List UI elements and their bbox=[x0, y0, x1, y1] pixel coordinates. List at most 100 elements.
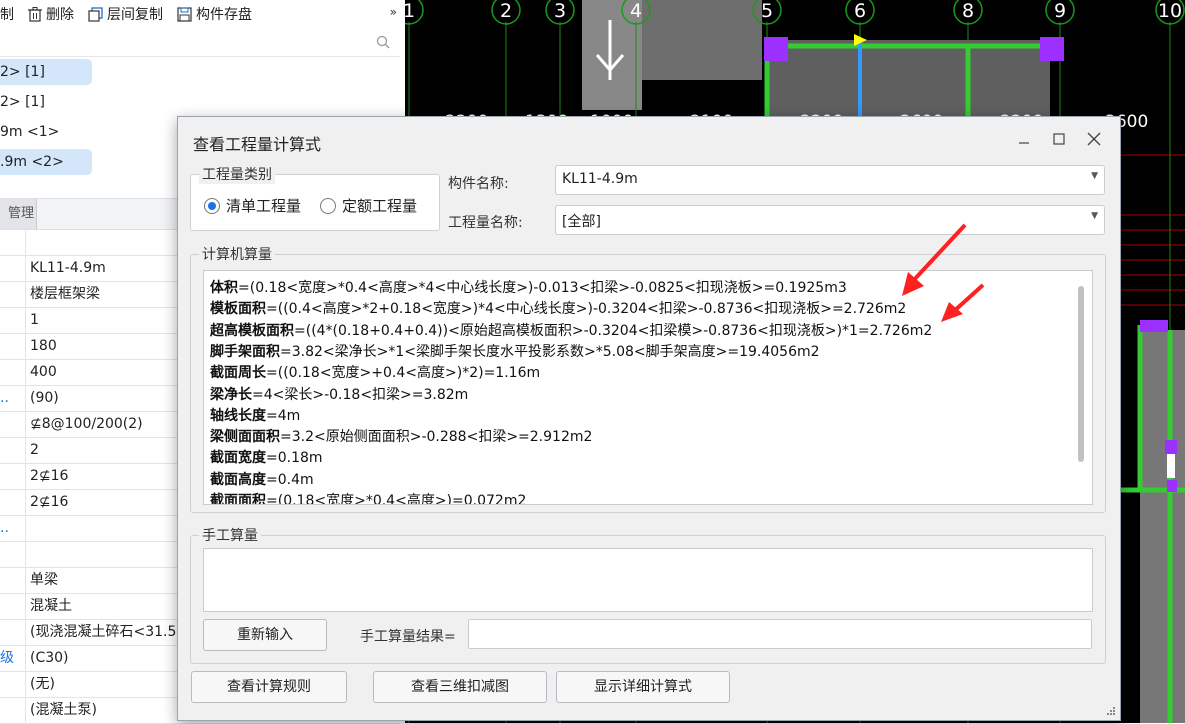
save-component-button[interactable]: 构件存盘 bbox=[177, 4, 252, 24]
component-name-value: KL11-4.9m bbox=[562, 171, 638, 187]
show-detail-formula-button[interactable]: 显示详细计算式 bbox=[556, 671, 730, 703]
calc-line-name: 梁净长 bbox=[210, 386, 252, 403]
axis-number-label: 10 bbox=[1158, 0, 1182, 22]
property-key: .. bbox=[0, 385, 26, 411]
close-icon bbox=[1087, 132, 1101, 146]
calc-line-formula: =(0.18<宽度>*0.4<高度>)=0.072m2 bbox=[266, 493, 527, 505]
radio-quota-quantity[interactable]: 定额工程量 bbox=[320, 195, 417, 216]
axis-number-label: 9 bbox=[1054, 0, 1066, 22]
calc-line-formula: =3.82<梁净长>*1<梁脚手架长度水平投影系数>*5.08<脚手架高度>=1… bbox=[280, 343, 820, 360]
floor-item-3[interactable]: 9m <1> bbox=[0, 119, 92, 145]
property-key bbox=[0, 333, 26, 359]
copy-label: 制 bbox=[0, 7, 14, 23]
calc-line-formula: =4m bbox=[266, 407, 301, 424]
calc-line-name: 截面面积 bbox=[210, 493, 266, 505]
calc-line-formula: =4<梁长>-0.18<扣梁>=3.82m bbox=[252, 386, 469, 403]
axis-number-label: 5 bbox=[761, 0, 773, 22]
calc-line-formula: =(0.18<宽度>*0.4<高度>*4<中心线长度>)-0.013<扣梁>-0… bbox=[238, 280, 847, 296]
copy-button[interactable]: 制 bbox=[0, 4, 14, 24]
property-key bbox=[0, 307, 26, 333]
calc-line: 截面周长=((0.18<宽度>+0.4<高度>)*2)=1.16m bbox=[210, 362, 540, 382]
collapse-panel-button[interactable]: » bbox=[390, 5, 397, 19]
chevron-down-icon: ▼ bbox=[1091, 171, 1098, 181]
property-key bbox=[0, 619, 26, 645]
view-calc-rules-button[interactable]: 查看计算规则 bbox=[191, 671, 347, 703]
calc-line: 体积=(0.18<宽度>*0.4<高度>*4<中心线长度>)-0.013<扣梁>… bbox=[210, 277, 847, 297]
property-key bbox=[0, 255, 26, 281]
calc-line: 脚手架面积=3.82<梁净长>*1<梁脚手架长度水平投影系数>*5.08<脚手架… bbox=[210, 341, 820, 361]
component-name-select[interactable]: KL11-4.9m ▼ bbox=[555, 165, 1105, 195]
calc-line-formula: =((0.4<高度>*2+0.18<宽度>)*4<中心线长度>)-0.3204<… bbox=[266, 301, 907, 318]
delete-button[interactable]: 删除 bbox=[28, 4, 74, 24]
calc-line: 模板面积=((0.4<高度>*2+0.18<宽度>)*4<中心线长度>)-0.3… bbox=[210, 298, 906, 318]
search-icon[interactable] bbox=[376, 35, 390, 49]
manual-calc-input[interactable] bbox=[203, 548, 1093, 612]
calc-line-formula: =3.2<原始侧面面积>-0.288<扣梁>=2.912m2 bbox=[280, 429, 593, 446]
close-button[interactable] bbox=[1084, 129, 1104, 149]
resize-grip-icon[interactable] bbox=[1106, 706, 1116, 716]
floor-copy-button[interactable]: 层间复制 bbox=[88, 4, 163, 24]
floor-item-2[interactable]: 2> [1] bbox=[0, 89, 92, 115]
minimize-icon bbox=[1019, 142, 1029, 144]
calc-line: 截面宽度=0.18m bbox=[210, 447, 323, 467]
minimize-button[interactable] bbox=[1014, 129, 1034, 149]
floor-item-1[interactable]: 2> [1] bbox=[0, 59, 92, 85]
calc-line-name: 截面宽度 bbox=[210, 450, 266, 467]
property-key bbox=[0, 463, 26, 489]
property-key: .. bbox=[0, 515, 26, 541]
save-icon bbox=[177, 6, 192, 22]
calc-line-name: 截面高度 bbox=[210, 471, 266, 488]
property-key bbox=[0, 359, 26, 385]
search-row[interactable] bbox=[0, 30, 400, 57]
component-name-label: 构件名称: bbox=[448, 176, 509, 192]
manual-result-input[interactable] bbox=[468, 619, 1092, 649]
calc-line-name: 脚手架面积 bbox=[210, 343, 280, 360]
axis-number-label: 8 bbox=[962, 0, 974, 22]
axis-number-label: 4 bbox=[630, 0, 642, 22]
quantity-name-value: [全部] bbox=[562, 214, 601, 230]
property-key: 级 bbox=[0, 645, 26, 671]
property-key bbox=[0, 411, 26, 437]
radio-quota-dot[interactable] bbox=[320, 197, 336, 214]
quantity-name-select[interactable]: [全部] ▼ bbox=[555, 205, 1105, 235]
calc-line-formula: =((0.18<宽度>+0.4<高度>)*2)=1.16m bbox=[266, 365, 541, 382]
calc-line: 超高模板面积=((4*(0.18+0.4+0.4))<原始超高模板面积>-0.3… bbox=[210, 320, 932, 340]
view-3d-deduction-button[interactable]: 查看三维扣减图 bbox=[373, 671, 547, 703]
calc-line-name: 截面周长 bbox=[210, 365, 266, 382]
manual-result-label: 手工算量结果= bbox=[360, 629, 456, 645]
property-key bbox=[0, 541, 26, 567]
chevron-down-icon: ▼ bbox=[1091, 211, 1098, 221]
delete-label: 删除 bbox=[46, 7, 74, 23]
radio-list-dot[interactable] bbox=[204, 197, 220, 214]
floor-item-4[interactable]: .9m <2> bbox=[0, 149, 92, 175]
calc-line: 轴线长度=4m bbox=[210, 405, 300, 425]
radio-list-quantity[interactable]: 清单工程量 bbox=[204, 195, 301, 216]
annotation-arrow bbox=[941, 283, 985, 322]
maximize-button[interactable] bbox=[1049, 129, 1069, 149]
axis-number-label: 6 bbox=[854, 0, 866, 22]
view-quantity-formula-dialog: 查看工程量计算式 工程量类别 清单工程量 定额工程量 构件名称: KL11-4.… bbox=[177, 116, 1121, 721]
radio-list-label: 清单工程量 bbox=[226, 197, 302, 215]
calc-line-name: 轴线长度 bbox=[210, 407, 266, 424]
property-manage-tab[interactable]: 管理 bbox=[0, 199, 37, 229]
save-component-label: 构件存盘 bbox=[196, 7, 252, 23]
axis-number-label: 2 bbox=[500, 0, 512, 22]
radio-quota-label: 定额工程量 bbox=[342, 197, 418, 215]
axis-number-label: 1 bbox=[405, 0, 415, 22]
maximize-icon bbox=[1053, 133, 1065, 145]
calc-line-name: 超高模板面积 bbox=[210, 322, 294, 339]
property-key bbox=[0, 281, 26, 307]
calc-line-formula: =0.4m bbox=[266, 471, 314, 488]
calc-line-formula: =0.18m bbox=[266, 450, 323, 467]
calc-line: 截面高度=0.4m bbox=[210, 469, 314, 489]
calc-line-name: 体积 bbox=[210, 280, 238, 296]
property-key bbox=[0, 567, 26, 593]
vertical-scrollbar[interactable] bbox=[1078, 286, 1084, 462]
property-key bbox=[0, 437, 26, 463]
calc-line-name: 梁侧面面积 bbox=[210, 429, 280, 446]
property-key bbox=[0, 593, 26, 619]
computer-calc-legend: 计算机算量 bbox=[199, 244, 275, 264]
reinput-button[interactable]: 重新输入 bbox=[203, 619, 327, 651]
calc-line-formula: =((4*(0.18+0.4+0.4))<原始超高模板面积>-0.3204<扣梁… bbox=[294, 322, 933, 339]
calc-line: 截面面积=(0.18<宽度>*0.4<高度>)=0.072m2 bbox=[210, 490, 527, 505]
